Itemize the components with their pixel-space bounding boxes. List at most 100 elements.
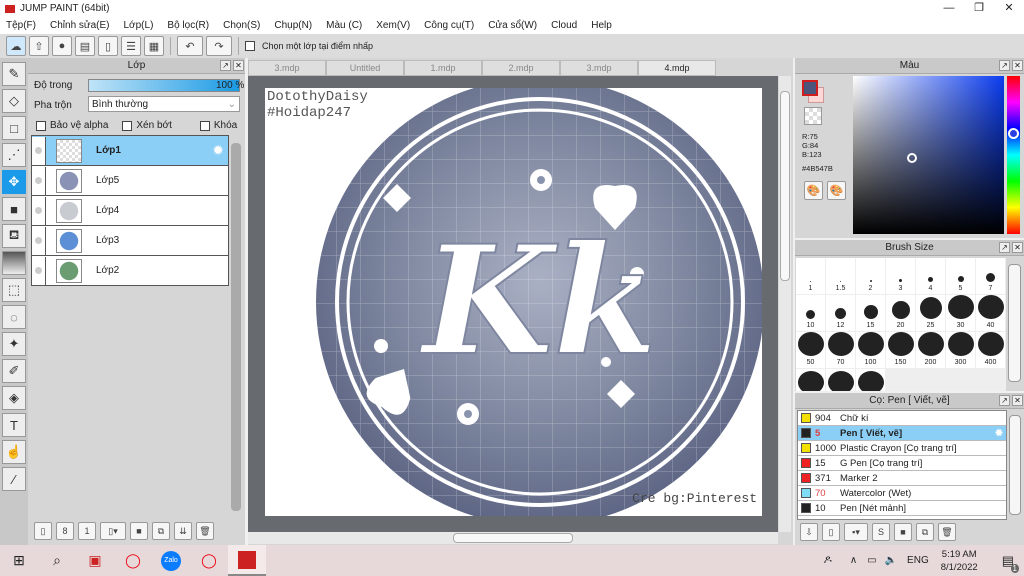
layer-row[interactable]: Lớp1 ✹ bbox=[31, 136, 229, 166]
redo-icon[interactable]: ↷ bbox=[206, 36, 232, 56]
brush-size-option[interactable]: 25 bbox=[916, 295, 945, 331]
opera-icon[interactable]: ◯ bbox=[114, 545, 152, 576]
brush-tool-icon[interactable]: ✎ bbox=[2, 62, 26, 86]
menu-help[interactable]: Help bbox=[591, 20, 612, 31]
comment-icon[interactable]: ● bbox=[52, 36, 72, 56]
maximize-button[interactable]: ❐ bbox=[964, 0, 994, 17]
protect-alpha-checkbox[interactable] bbox=[36, 120, 46, 131]
brush-row[interactable]: 10 Pen [Nét mảnh] bbox=[798, 501, 1006, 516]
horizontal-scrollbar[interactable] bbox=[248, 532, 778, 544]
network-icon[interactable]: ▭ bbox=[867, 555, 876, 566]
brush-size-option[interactable]: 20 bbox=[886, 295, 915, 331]
blend-mode-select[interactable]: Bình thường ⌄ bbox=[88, 96, 240, 112]
menu-tools[interactable]: Công cụ(T) bbox=[424, 20, 474, 31]
add-layer-menu-icon[interactable]: ▯▾ bbox=[100, 522, 126, 540]
transparent-color-swatch[interactable] bbox=[804, 107, 822, 125]
brush-size-option[interactable]: 1.5 bbox=[826, 258, 855, 294]
app-icon[interactable]: ▣ bbox=[76, 545, 114, 576]
windows-start-icon[interactable]: ⊞ bbox=[0, 545, 38, 576]
visibility-icon[interactable] bbox=[32, 166, 46, 195]
magic-wand-tool-icon[interactable]: ✦ bbox=[2, 332, 26, 356]
brush-size-option[interactable]: 7 bbox=[976, 258, 1005, 294]
brush-size-option[interactable]: 300 bbox=[946, 332, 975, 368]
notification-icon[interactable]: ▤ 1 bbox=[1002, 553, 1019, 573]
brush-size-option[interactable]: 70 bbox=[826, 332, 855, 368]
brush-list-scrollbar[interactable] bbox=[1009, 415, 1021, 515]
delete-brush-icon[interactable]: 🗑 bbox=[938, 523, 956, 541]
lock-checkbox[interactable] bbox=[199, 120, 210, 131]
zalo-icon[interactable]: Zalo bbox=[152, 545, 190, 576]
fill-rect-tool-icon[interactable]: ■ bbox=[2, 197, 26, 221]
visibility-icon[interactable] bbox=[32, 226, 46, 255]
select-eraser-tool-icon[interactable]: ◈ bbox=[2, 386, 26, 410]
brush-size-option[interactable]: 15 bbox=[856, 295, 885, 331]
foreground-color-swatch[interactable] bbox=[802, 80, 818, 96]
select-layer-checkbox[interactable] bbox=[245, 41, 255, 51]
list-icon[interactable]: ☰ bbox=[121, 36, 141, 56]
people-icon[interactable]: ዶ bbox=[824, 554, 832, 567]
opera-icon[interactable]: ◯ bbox=[190, 545, 228, 576]
tray-chevron-icon[interactable]: ∧ bbox=[850, 555, 857, 566]
menu-view[interactable]: Xem(V) bbox=[376, 20, 410, 31]
lasso-tool-icon[interactable]: ◌ bbox=[2, 305, 26, 329]
hue-slider[interactable] bbox=[1007, 76, 1020, 234]
layer-row[interactable]: Lớp4 bbox=[31, 196, 229, 226]
brush-row[interactable]: 15 G Pen [Cọ trang trí] bbox=[798, 456, 1006, 471]
layer-row[interactable]: Lớp2 bbox=[31, 256, 229, 286]
panel-close-icon[interactable]: ✕ bbox=[233, 60, 244, 71]
menu-select[interactable]: Chọn(S) bbox=[223, 20, 260, 31]
layer-scrollbar[interactable] bbox=[231, 143, 241, 511]
new-layer-icon[interactable]: ▯ bbox=[34, 522, 52, 540]
brush-size-option[interactable]: 400 bbox=[976, 332, 1005, 368]
tab[interactable]: Untitled bbox=[326, 60, 404, 76]
menu-edit[interactable]: Chỉnh sửa(E) bbox=[50, 20, 110, 31]
palette-icon[interactable]: 🎨 bbox=[804, 181, 823, 200]
brush-size-option[interactable]: 200 bbox=[916, 332, 945, 368]
brush-size-option[interactable]: 2 bbox=[856, 258, 885, 294]
delete-layer-icon[interactable]: 🗑 bbox=[196, 522, 214, 540]
jump-paint-taskbar-icon[interactable] bbox=[228, 545, 266, 576]
brush-size-scrollbar[interactable] bbox=[1008, 264, 1021, 382]
message-icon[interactable]: ▤ bbox=[75, 36, 95, 56]
bucket-tool-icon[interactable]: ⛾ bbox=[2, 224, 26, 248]
clipping-checkbox[interactable] bbox=[122, 120, 133, 131]
layer-row[interactable]: Lớp3 bbox=[31, 226, 229, 256]
brush-size-option[interactable] bbox=[856, 369, 885, 391]
popout-icon[interactable]: ↗ bbox=[999, 242, 1010, 253]
search-icon[interactable]: ⌕ bbox=[38, 545, 76, 576]
brush-size-option[interactable]: 40 bbox=[976, 295, 1005, 331]
merge-layer-icon[interactable]: ⇊ bbox=[174, 522, 192, 540]
popout-icon[interactable]: ↗ bbox=[999, 395, 1010, 406]
brush-settings-icon[interactable]: S bbox=[872, 523, 890, 541]
eyedropper-tool-icon[interactable]: ⁄ bbox=[2, 467, 26, 491]
popout-icon[interactable]: ↗ bbox=[220, 60, 231, 71]
brush-size-option[interactable]: 100 bbox=[856, 332, 885, 368]
eraser-tool-icon[interactable]: ◇ bbox=[2, 89, 26, 113]
popout-icon[interactable]: ↗ bbox=[999, 60, 1010, 71]
panel-close-icon[interactable]: ✕ bbox=[1012, 60, 1023, 71]
text-tool-icon[interactable]: T bbox=[2, 413, 26, 437]
tab[interactable]: 3.mdp bbox=[248, 60, 326, 76]
brush-row[interactable]: 371 Marker 2 bbox=[798, 471, 1006, 486]
select-rect-tool-icon[interactable]: ⬚ bbox=[2, 278, 26, 302]
brush-folder-icon[interactable]: ■ bbox=[894, 523, 912, 541]
tab[interactable]: 1.mdp bbox=[404, 60, 482, 76]
brush-size-option[interactable]: 3 bbox=[886, 258, 915, 294]
brush-menu-icon[interactable]: ▪▾ bbox=[844, 523, 868, 541]
edit-grid-icon[interactable]: ▦ bbox=[144, 36, 164, 56]
language-indicator[interactable]: ENG bbox=[907, 555, 929, 566]
close-button[interactable]: ✕ bbox=[994, 0, 1024, 17]
volume-icon[interactable]: 🔈 bbox=[885, 555, 897, 566]
hand-tool-icon[interactable]: ☝ bbox=[2, 440, 26, 464]
new-layer-8bit-icon[interactable]: 8 bbox=[56, 522, 74, 540]
select-pen-tool-icon[interactable]: ✐ bbox=[2, 359, 26, 383]
brush-size-option[interactable]: 10 bbox=[796, 295, 825, 331]
duplicate-layer-icon[interactable]: ⧉ bbox=[152, 522, 170, 540]
brush-size-option[interactable] bbox=[796, 369, 825, 391]
cloud-icon[interactable]: ☁ bbox=[6, 36, 26, 56]
tab-active[interactable]: 4.mdp bbox=[638, 60, 716, 76]
menu-file[interactable]: Tệp(F) bbox=[6, 20, 36, 31]
tab[interactable]: 2.mdp bbox=[482, 60, 560, 76]
cloud-download-icon[interactable]: ⇩ bbox=[800, 523, 818, 541]
color-picker-handle[interactable] bbox=[907, 153, 917, 163]
